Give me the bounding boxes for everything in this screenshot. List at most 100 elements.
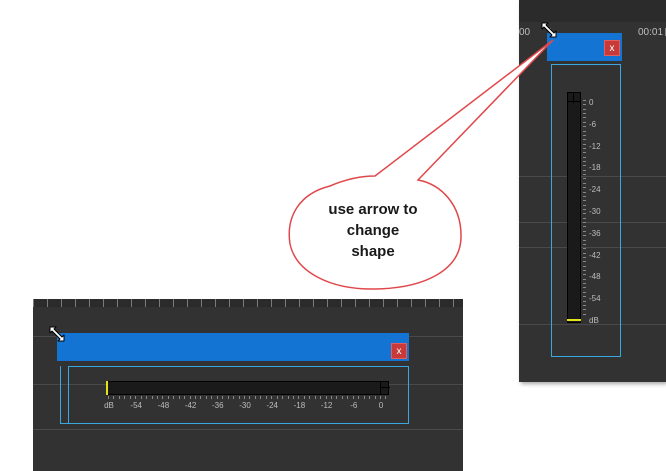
horizontal-scale-label: -54 — [130, 401, 142, 410]
vertical-scale-tick — [583, 248, 586, 250]
vertical-scale-tick — [583, 156, 586, 158]
horizontal-scale-tick — [113, 396, 115, 399]
horizontal-scale-tick — [189, 396, 191, 399]
vertical-scale-label: -12 — [589, 141, 601, 151]
horizontal-scale-label: -24 — [266, 401, 278, 410]
vertical-scale-tick — [583, 104, 586, 106]
horizontal-scale-tick — [151, 396, 153, 399]
horizontal-scale-tick — [167, 396, 169, 399]
vertical-scale-tick — [583, 113, 586, 115]
vertical-scale-tick — [583, 296, 586, 298]
horizontal-scale-tick — [129, 396, 131, 399]
vertical-scale-tick — [583, 134, 586, 136]
horizontal-scale-tick — [385, 396, 387, 399]
vertical-scale-tick — [583, 217, 586, 219]
vertical-scale-label: -6 — [589, 119, 597, 129]
callout-line: change — [346, 222, 400, 239]
vertical-scale-tick — [583, 278, 586, 280]
horizontal-scale-label: dB — [104, 401, 114, 410]
horizontal-scale-tick — [200, 396, 202, 399]
horizontal-scale-tick — [309, 396, 311, 399]
horizontal-scale-label: -18 — [293, 401, 306, 410]
horizontal-scale-label: -48 — [157, 401, 170, 410]
vertical-scale-tick — [583, 239, 586, 241]
horizontal-scale-label: -6 — [350, 401, 358, 410]
vertical-scale-tick — [583, 243, 586, 245]
vertical-scale-tick — [583, 147, 586, 149]
vertical-scale-tick — [583, 200, 586, 202]
horizontal-scale-tick — [244, 396, 245, 399]
vertical-scale-label: -30 — [589, 207, 601, 216]
horizontal-scale-tick — [358, 396, 360, 399]
callout-line: use arrow to — [328, 201, 418, 218]
horizontal-scale-tick — [140, 396, 142, 399]
horizontal-scale-tick — [287, 396, 289, 399]
vertical-scale-tick — [583, 143, 586, 145]
horizontal-scale-label: -30 — [239, 401, 251, 410]
vertical-scale-label: -24 — [589, 185, 601, 195]
vertical-scale-tick — [583, 304, 586, 306]
horizontal-scale-label: -36 — [212, 401, 224, 410]
horizontal-scale-tick — [331, 396, 333, 399]
vertical-scale-tick — [583, 161, 586, 163]
vertical-scale-label: dB — [589, 316, 599, 325]
resize-diagonal-icon[interactable] — [48, 325, 66, 343]
vertical-scale-label: 0 — [589, 98, 594, 107]
horizontal-scale-tick — [271, 396, 273, 399]
horizontal-scale-tick — [184, 396, 186, 399]
vertical-scale-tick — [583, 283, 586, 285]
vertical-scale-label: -42 — [589, 250, 601, 260]
horizontal-scale-tick — [108, 396, 109, 399]
vertical-scale-tick — [583, 204, 586, 206]
horizontal-scale-tick — [205, 396, 207, 399]
vertical-scale-label: -54 — [589, 294, 601, 304]
horizontal-scale-tick — [303, 396, 305, 399]
horizontal-scale-tick — [211, 396, 213, 399]
vertical-scale-tick — [583, 213, 586, 215]
vertical-scale-tick — [583, 222, 586, 224]
vertical-scale-tick — [583, 274, 586, 276]
horizontal-scale-tick — [249, 396, 251, 399]
vertical-scale-tick — [583, 309, 586, 311]
vertical-scale-tick — [583, 209, 586, 210]
horizontal-scale-tick — [118, 396, 120, 399]
horizontal-scale-tick — [260, 396, 262, 399]
vertical-scale-tick — [583, 187, 586, 189]
vertical-scale-tick — [583, 313, 586, 315]
horizontal-scale-tick — [156, 396, 158, 399]
horizontal-scale-tick — [254, 396, 256, 399]
vertical-scale-label: -48 — [589, 272, 601, 282]
horizontal-scale-tick — [374, 396, 376, 399]
vertical-scale-tick — [583, 165, 586, 167]
horizontal-scale-tick — [336, 396, 338, 399]
horizontal-scale-tick — [347, 396, 349, 399]
horizontal-scale-tick — [380, 396, 381, 399]
horizontal-scale-tick — [276, 396, 278, 399]
horizontal-scale-tick — [195, 396, 197, 399]
vertical-scale-tick — [583, 195, 586, 197]
vertical-scale-tick — [583, 291, 586, 293]
horizontal-scale-tick — [352, 396, 354, 399]
vertical-scale-tick — [583, 174, 586, 176]
horizontal-scale-tick — [124, 396, 126, 399]
vertical-scale-tick — [583, 230, 586, 232]
horizontal-scale-tick — [325, 396, 327, 399]
horizontal-scale-tick — [178, 396, 180, 399]
horizontal-scale-tick — [314, 396, 316, 399]
horizontal-scale-label: -42 — [184, 401, 197, 410]
vertical-scale-tick — [583, 130, 586, 132]
resize-diagonal-icon[interactable] — [540, 21, 558, 39]
vertical-scale-tick — [583, 108, 586, 110]
horizontal-scale-tick — [233, 396, 235, 399]
vertical-scale-tick — [583, 100, 586, 101]
vertical-scale-label: -36 — [589, 228, 601, 238]
vertical-scale-tick — [583, 152, 586, 154]
horizontal-scale-tick — [216, 396, 218, 399]
vertical-scale-tick — [583, 287, 586, 289]
vertical-scale-tick — [583, 126, 586, 128]
callout-text: use arrow to change shape — [300, 199, 446, 262]
vertical-scale-tick — [583, 252, 586, 254]
vertical-scale-tick — [583, 235, 586, 237]
vertical-scale-tick — [583, 300, 586, 302]
vertical-scale-tick — [583, 270, 586, 272]
